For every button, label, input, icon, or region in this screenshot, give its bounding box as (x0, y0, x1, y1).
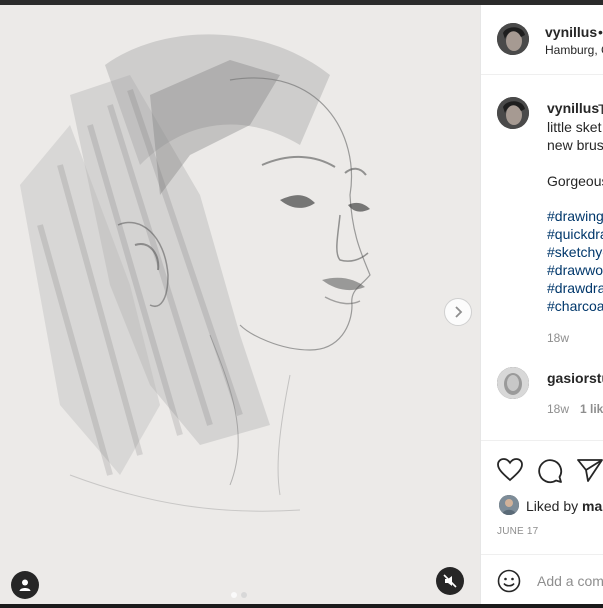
caption-avatar[interactable] (497, 97, 529, 129)
header-location[interactable]: Hamburg, G (545, 43, 603, 57)
carousel-dot-2 (241, 592, 247, 598)
user-tag-icon (19, 579, 31, 591)
share-icon[interactable] (577, 457, 603, 483)
commenter-avatar[interactable] (497, 367, 529, 399)
hashtag-link[interactable]: #sketchyc (547, 244, 603, 260)
hashtag-link[interactable]: #charcoa (547, 298, 603, 314)
next-slide-button[interactable] (444, 298, 472, 326)
caption-time[interactable]: 18w (547, 331, 569, 345)
hashtag-link[interactable]: #drawing (547, 208, 603, 224)
mute-icon (443, 574, 457, 588)
liked-by-avatar[interactable] (499, 495, 519, 515)
comment-icon[interactable] (537, 458, 563, 484)
post-date[interactable]: JUNE 17 (497, 526, 538, 537)
header-dot: • (598, 24, 603, 40)
chevron-right-icon (455, 306, 463, 318)
comment-likes[interactable]: 1 lik (580, 402, 603, 416)
avatar[interactable] (497, 23, 529, 55)
carousel-dot-1 (231, 592, 237, 598)
add-comment-input[interactable]: Add a com (537, 573, 603, 589)
heart-icon[interactable] (497, 458, 523, 482)
user-tag-button[interactable] (11, 571, 39, 599)
liked-by-prefix: Liked by (526, 498, 579, 514)
post-media[interactable] (0, 5, 480, 606)
add-comment-bar: Add a com (481, 554, 603, 604)
post-sidebar: vynillus • Hamburg, G vynillus T little … (480, 5, 603, 604)
comment-username[interactable]: gasiorstu (547, 370, 603, 386)
caption-text-4: Gorgeous (547, 173, 603, 189)
hashtag-link[interactable]: #quickdra (547, 226, 603, 242)
hashtag-link[interactable]: #drawdra (547, 280, 603, 296)
hashtag-link[interactable]: #drawwo (547, 262, 603, 278)
liked-by-text: Liked by mar (526, 498, 603, 514)
emoji-icon[interactable] (497, 569, 521, 593)
comment-time[interactable]: 18w (547, 402, 569, 416)
caption-username[interactable]: vynillus (547, 100, 599, 116)
caption-text-2: little sket (547, 119, 602, 135)
sketch-image (0, 5, 480, 606)
caption-text-1: T (598, 100, 603, 118)
carousel-indicator (231, 592, 247, 598)
liked-by-user[interactable]: mar (582, 498, 603, 514)
bottom-strip (0, 604, 603, 608)
mute-button[interactable] (436, 567, 464, 595)
header-username[interactable]: vynillus (545, 24, 597, 40)
caption-text-3: new brus (547, 137, 603, 153)
post-header: vynillus • Hamburg, G (481, 5, 603, 75)
